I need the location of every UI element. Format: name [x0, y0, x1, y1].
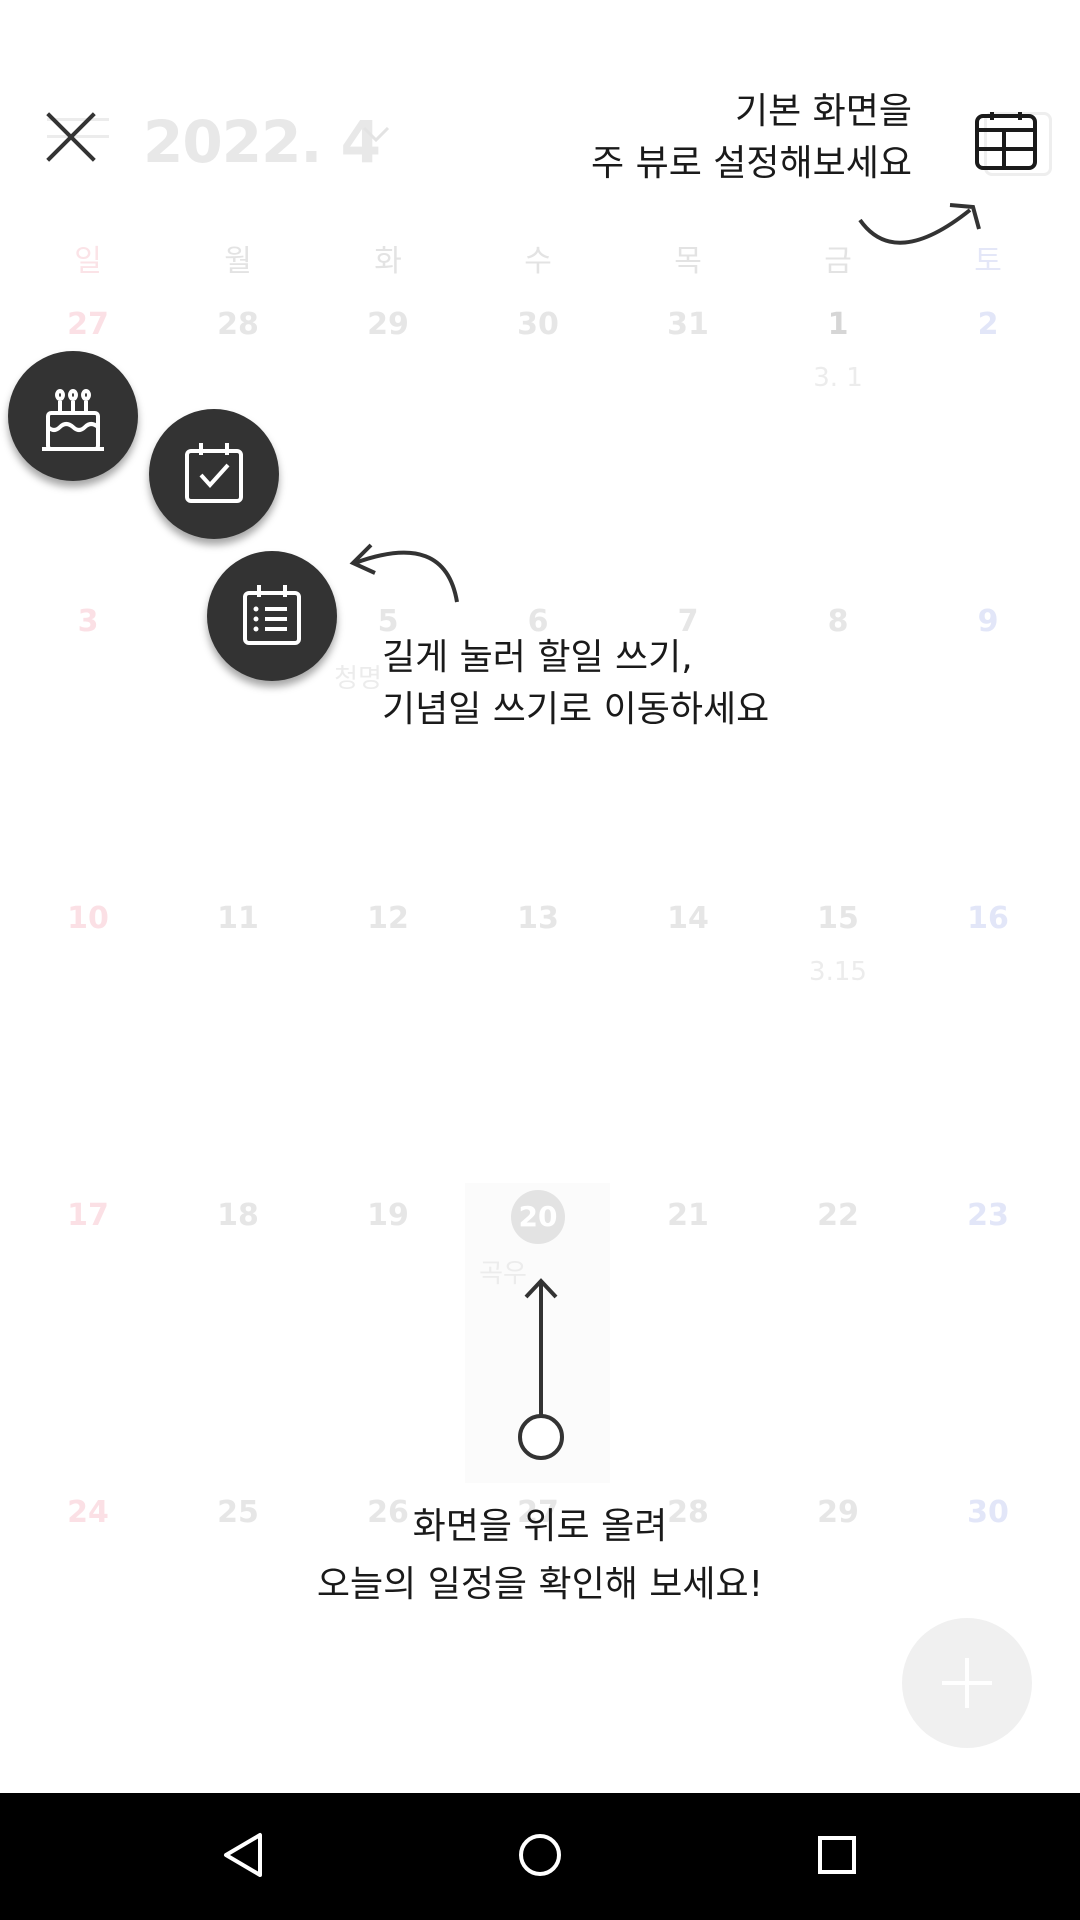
weekday-tue: 화: [374, 244, 402, 279]
day-cell[interactable]: 17: [13, 1198, 163, 1233]
system-navigation-bar: [0, 1793, 1080, 1920]
lunar-date-label: 3. 1: [813, 363, 863, 393]
day-cell[interactable]: 2: [913, 307, 1063, 342]
anniversary-button[interactable]: [8, 351, 138, 481]
day-cell[interactable]: 30: [913, 1495, 1063, 1530]
day-cell[interactable]: 3: [13, 604, 163, 639]
list-note-icon: [243, 585, 301, 645]
weekday-wed: 수: [524, 244, 552, 279]
day-cell[interactable]: 13: [463, 901, 613, 936]
tip-line: 오늘의 일정을 확인해 보세요!: [316, 1564, 764, 1605]
week-view-tip: 기본 화면을 주 뷰로 설정해보세요: [591, 86, 912, 190]
calendar-app: 2022. 4 일 월 화 수 목 금 토 27 28 29 30 31 1 2…: [0, 0, 1080, 1793]
tip-line: 화면을 위로 올려: [412, 1506, 668, 1547]
home-circle-icon[interactable]: [495, 1815, 585, 1895]
week-calendar-icon[interactable]: [974, 110, 1038, 172]
lunar-date-label: 3.15: [809, 957, 867, 987]
weekday-sun: 일: [74, 244, 102, 279]
day-cell[interactable]: 16: [913, 901, 1063, 936]
today-marker[interactable]: 20: [511, 1190, 565, 1244]
swipe-up-arrow-icon: [518, 1278, 564, 1460]
day-cell[interactable]: 18: [163, 1198, 313, 1233]
curved-arrow-icon: [858, 203, 981, 245]
weekday-thu: 목: [674, 244, 702, 279]
day-cell[interactable]: 11: [163, 901, 313, 936]
day-cell[interactable]: 31: [613, 307, 763, 342]
add-fab-plus-icon[interactable]: [902, 1618, 1032, 1748]
day-cell[interactable]: 28: [163, 307, 313, 342]
day-cell[interactable]: 29: [313, 307, 463, 342]
swipe-up-tip: 화면을 위로 올려 오늘의 일정을 확인해 보세요!: [250, 1498, 830, 1614]
tip-line: 길게 눌러 할일 쓰기,: [382, 637, 693, 678]
day-cell[interactable]: 1: [763, 307, 913, 342]
day-cell[interactable]: 15: [763, 901, 913, 936]
long-press-tip: 길게 눌러 할일 쓰기, 기념일 쓰기로 이동하세요: [382, 632, 769, 736]
cake-icon: [42, 389, 104, 451]
back-triangle-icon[interactable]: [198, 1815, 288, 1895]
day-cell[interactable]: 24: [13, 1495, 163, 1530]
day-cell[interactable]: 12: [313, 901, 463, 936]
weekday-mon: 월: [224, 244, 252, 279]
tip-line: 기념일 쓰기로 이동하세요: [382, 689, 770, 730]
day-cell[interactable]: 27: [13, 307, 163, 342]
day-cell[interactable]: 9: [913, 604, 1063, 639]
day-cell[interactable]: 14: [613, 901, 763, 936]
month-title: 2022. 4: [143, 108, 381, 176]
day-cell[interactable]: 22: [763, 1198, 913, 1233]
day-cell[interactable]: 19: [313, 1198, 463, 1233]
close-icon[interactable]: [42, 108, 100, 166]
day-cell[interactable]: 21: [613, 1198, 763, 1233]
day-cell[interactable]: 23: [913, 1198, 1063, 1233]
todo-button[interactable]: [149, 409, 279, 539]
recents-square-icon[interactable]: [793, 1815, 883, 1895]
day-cell[interactable]: 8: [763, 604, 913, 639]
curved-arrow-icon: [349, 543, 459, 603]
calendar-check-icon: [185, 443, 243, 503]
memo-button[interactable]: [207, 551, 337, 681]
day-cell[interactable]: 10: [13, 901, 163, 936]
chevron-down-icon: [362, 126, 390, 143]
tip-line: 기본 화면을: [734, 91, 912, 132]
day-cell[interactable]: 30: [463, 307, 613, 342]
tip-line: 주 뷰로 설정해보세요: [591, 143, 912, 184]
